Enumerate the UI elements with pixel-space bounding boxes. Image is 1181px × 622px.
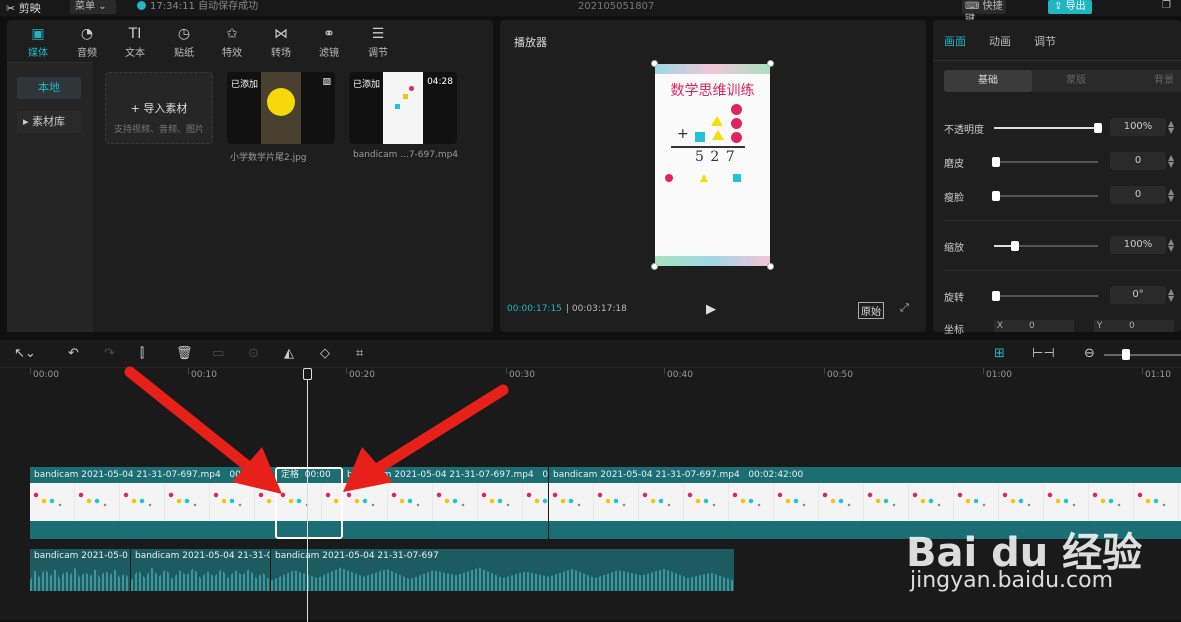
arrow-right-icon <box>343 384 509 492</box>
baidu-watermark: Bai du 经验 jingyan.baidu.com <box>906 520 1176 620</box>
watermark-url: jingyan.baidu.com <box>910 568 1114 593</box>
arrow-left-icon <box>124 366 282 494</box>
